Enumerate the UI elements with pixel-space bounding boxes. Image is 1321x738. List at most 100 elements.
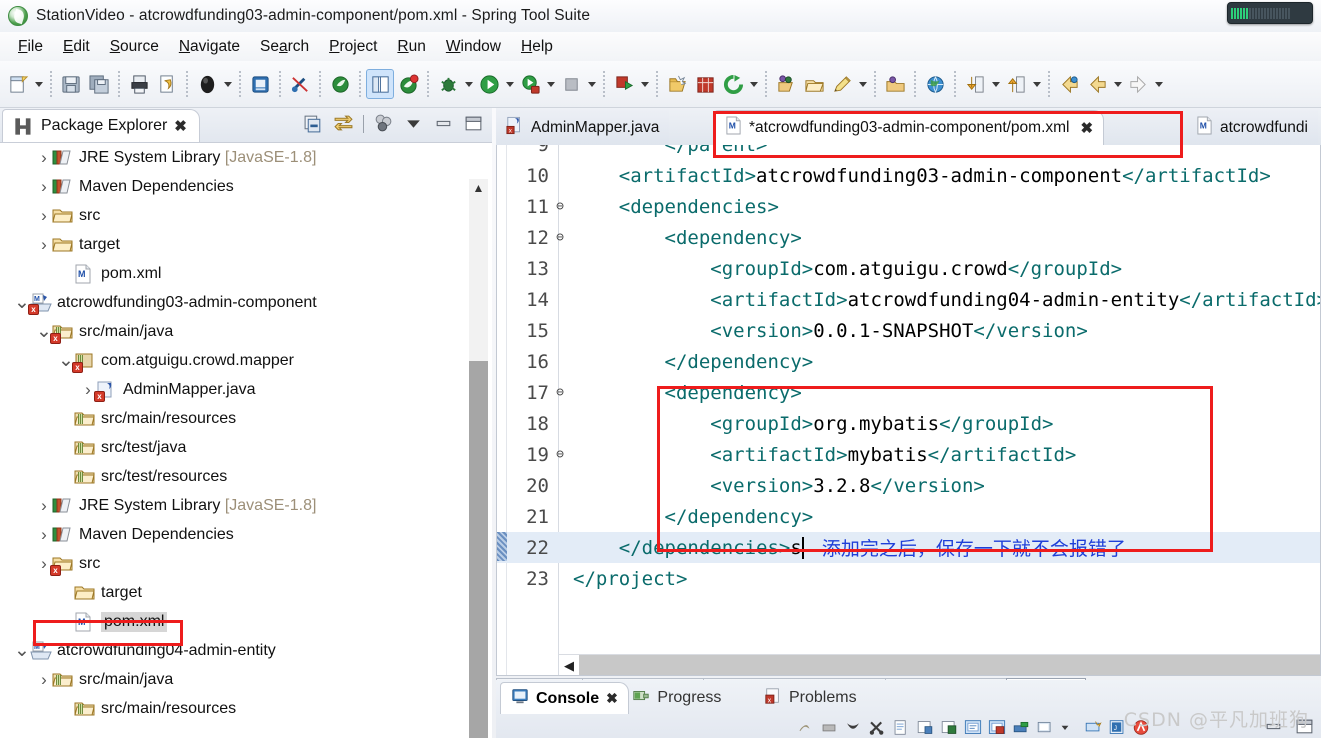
save-icon[interactable] (57, 69, 85, 99)
code-line[interactable]: 10 <artifactId>atcrowdfunding03-admin-co… (497, 160, 1320, 191)
chevron-down-icon[interactable] (989, 69, 1002, 99)
tree-item[interactable]: › Maven Dependencies (0, 520, 466, 549)
tree-item[interactable]: src/main/resources (0, 694, 466, 723)
print-icon[interactable] (125, 69, 153, 99)
package-explorer-tree[interactable]: › JRE System Library [JavaSE-1.8] › Maven D… (0, 143, 466, 723)
new-class-icon[interactable] (772, 69, 800, 99)
new-package-icon[interactable] (691, 69, 719, 99)
display-selected-console-icon[interactable] (964, 719, 982, 736)
menu-run[interactable]: Run (388, 36, 434, 58)
code-line[interactable]: 9 </parent> (497, 145, 1320, 160)
chevron-down-icon[interactable] (221, 69, 234, 99)
chevron-right-icon[interactable]: › (36, 235, 52, 255)
editor-horizontal-scrollbar[interactable]: ◀ (559, 654, 1320, 675)
link-with-editor-icon[interactable] (333, 113, 354, 134)
run-icon[interactable] (475, 69, 503, 99)
skip-breakpoints-icon[interactable] (286, 69, 314, 99)
open-folder-icon[interactable] (800, 69, 828, 99)
scroll-lock-icon[interactable] (892, 719, 910, 736)
chevron-down-icon[interactable] (1152, 69, 1165, 99)
tree-item[interactable]: Mpom.xml (0, 259, 466, 288)
back-icon[interactable] (1055, 69, 1083, 99)
menu-project[interactable]: Project (320, 36, 386, 58)
debug-icon[interactable] (434, 69, 462, 99)
xml-source-editor[interactable]: 9 </parent>10 <artifactId>atcrowdfunding… (496, 145, 1321, 676)
tree-item[interactable]: ⌄ Matcrowdfunding04-admin-entity (0, 636, 466, 665)
previous-annotation-icon[interactable] (1002, 69, 1030, 99)
word-wrap-icon[interactable] (916, 719, 934, 736)
forward-icon[interactable] (1124, 69, 1152, 99)
chevron-right-icon[interactable]: › (36, 525, 52, 545)
package-explorer-tree-container[interactable]: › JRE System Library [JavaSE-1.8] › Maven D… (0, 142, 492, 738)
editor-tab-3[interactable]: Matcrowdfundi (1186, 110, 1318, 145)
chevron-down-icon[interactable] (585, 69, 598, 99)
code-line[interactable]: 12 ⊖ <dependency> (497, 222, 1320, 253)
scroll-left-icon[interactable]: ◀ (559, 655, 579, 675)
code-line[interactable]: 13 <groupId>com.atguigu.crowd</groupId> (497, 253, 1320, 284)
remove-all-terminated-icon[interactable] (844, 719, 862, 736)
code-line[interactable]: 11 ⊖ <dependencies> (497, 191, 1320, 222)
chevron-right-icon[interactable]: › (36, 496, 52, 516)
code-line[interactable]: 19 ⊖ <artifactId>mybatis</artifactId> (497, 439, 1320, 470)
fold-collapse-icon[interactable]: ⊖ (553, 386, 567, 399)
new-console-view-icon[interactable] (1036, 719, 1054, 736)
bottom-tab-progress[interactable]: Progress (622, 682, 731, 714)
chevron-down-icon[interactable] (462, 69, 475, 99)
tree-item[interactable]: › JRE System Library [JavaSE-1.8] (0, 491, 466, 520)
edit-icon[interactable] (828, 69, 856, 99)
minimize-icon[interactable] (433, 113, 454, 134)
editor-code-area[interactable]: 9 </parent>10 <artifactId>atcrowdfunding… (497, 145, 1320, 675)
tree-item[interactable]: › target (0, 230, 466, 259)
chevron-down-icon[interactable]: ⌄ (14, 641, 30, 660)
menu-window[interactable]: Window (437, 36, 510, 58)
close-console-icon[interactable] (988, 719, 1006, 736)
remove-launch-icon[interactable] (820, 719, 838, 736)
collapse-all-icon[interactable] (303, 113, 324, 134)
bottom-tab-problems[interactable]: x Problems (754, 682, 867, 714)
tree-item[interactable]: src/test/java (0, 433, 466, 462)
code-line[interactable]: 16 </dependency> (497, 346, 1320, 377)
new-annotation-icon[interactable] (881, 69, 909, 99)
close-icon[interactable]: ✖ (174, 117, 187, 135)
tree-item[interactable]: › JRE System Library [JavaSE-1.8] (0, 143, 466, 172)
menu-help[interactable]: Help (512, 36, 562, 58)
chevron-down-icon[interactable] (747, 69, 760, 99)
tree-item[interactable]: Mpom.xml (0, 607, 466, 636)
chevron-right-icon[interactable]: › (36, 206, 52, 226)
new-java-project-icon[interactable] (663, 69, 691, 99)
console-options-icon[interactable] (1060, 719, 1078, 736)
code-line[interactable]: 20 <version>3.2.8</version> (497, 470, 1320, 501)
run-last-tool-icon[interactable] (610, 69, 638, 99)
scroll-up-icon[interactable]: ▲ (469, 179, 488, 197)
boot-dashboard-icon[interactable] (193, 69, 221, 99)
menu-source[interactable]: Source (101, 36, 168, 58)
spring-boot-app-icon[interactable] (394, 69, 422, 99)
terminate-icon[interactable] (796, 719, 814, 736)
code-line[interactable]: 18 <groupId>org.mybatis</groupId> (497, 408, 1320, 439)
menu-search[interactable]: Search (251, 36, 318, 58)
menu-file[interactable]: File (9, 36, 52, 58)
tree-item[interactable]: › src (0, 201, 466, 230)
open-type-icon[interactable] (246, 69, 274, 99)
new-wizard-icon[interactable] (4, 69, 32, 99)
menu-edit[interactable]: Edit (54, 36, 99, 58)
save-all-icon[interactable] (85, 69, 113, 99)
scrollbar-thumb[interactable] (469, 361, 488, 738)
close-icon[interactable]: ✖ (606, 690, 618, 707)
chevron-down-icon[interactable] (856, 69, 869, 99)
chevron-down-icon[interactable] (1111, 69, 1124, 99)
clear-console-icon[interactable] (868, 719, 886, 736)
code-line[interactable]: 14 <artifactId>atcrowdfunding04-admin-en… (497, 284, 1320, 315)
menu-navigate[interactable]: Navigate (170, 36, 249, 58)
tab-package-explorer[interactable]: Package Explorer ✖ (2, 109, 200, 142)
chevron-down-icon[interactable] (1030, 69, 1043, 99)
refresh-icon[interactable] (719, 69, 747, 99)
fold-collapse-icon[interactable]: ⊖ (553, 231, 567, 244)
chevron-down-icon[interactable] (638, 69, 651, 99)
tree-item[interactable]: ⌄ Mx atcrowdfunding03-admin-component (0, 288, 466, 317)
tree-item[interactable]: › x src (0, 549, 466, 578)
export-icon[interactable] (153, 69, 181, 99)
next-annotation-icon[interactable] (961, 69, 989, 99)
toggle-split-editor-icon[interactable] (366, 69, 394, 99)
console-preferences-icon[interactable] (1084, 719, 1102, 736)
